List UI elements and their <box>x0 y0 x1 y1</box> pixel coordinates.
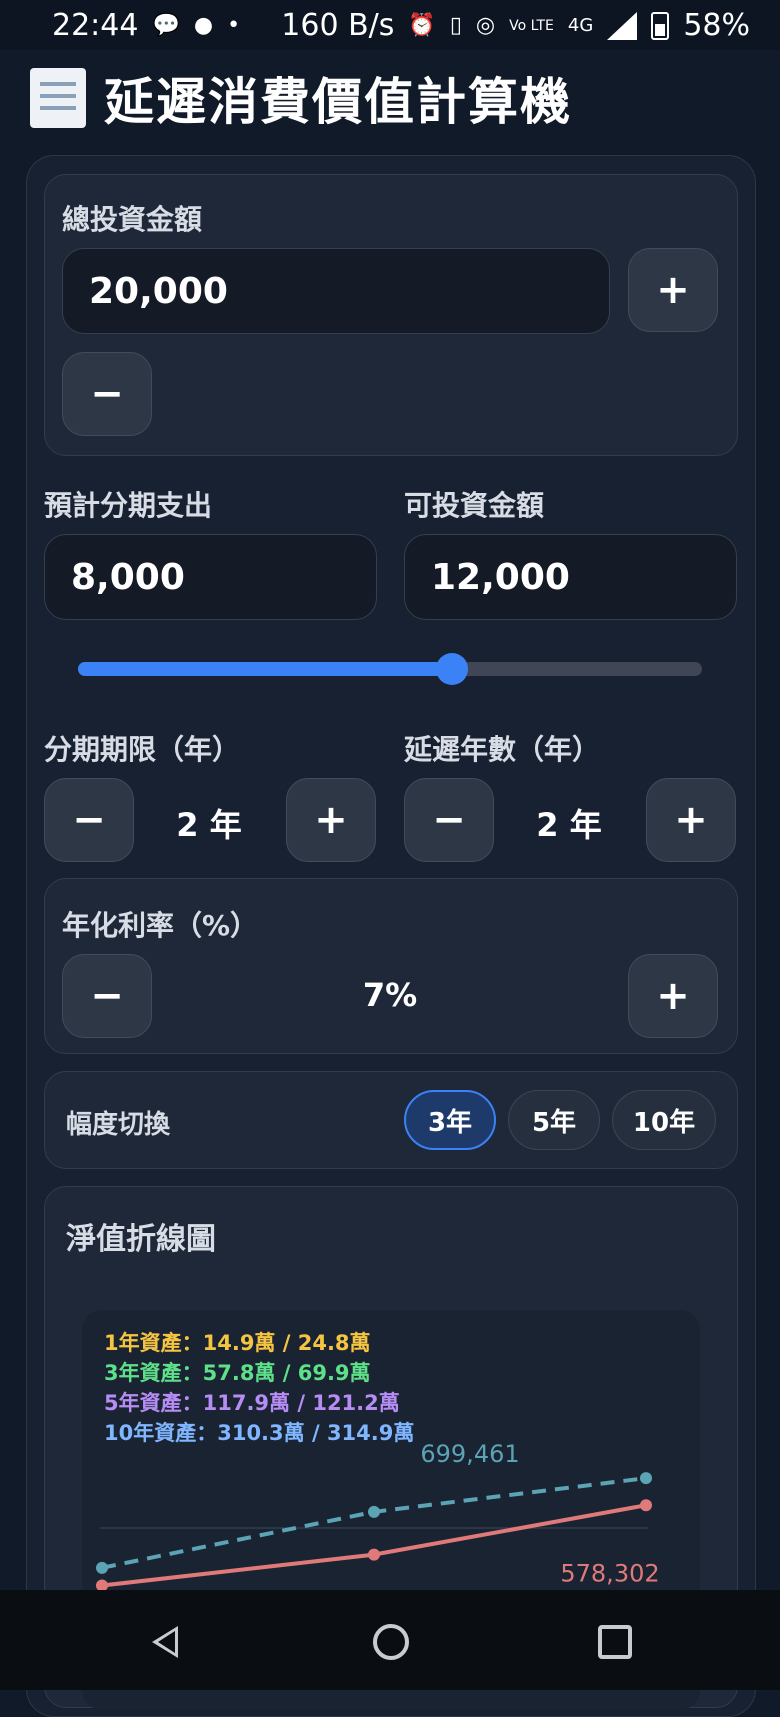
series-0-point-0 <box>96 1561 108 1574</box>
home-icon[interactable] <box>373 1624 409 1660</box>
navigation-bar <box>0 1590 780 1690</box>
back-icon[interactable] <box>152 1626 178 1658</box>
series-1-point-1 <box>368 1548 380 1561</box>
chart-annotation-1: 578,302 <box>560 1559 659 1587</box>
net-worth-line-chart: 699,461 578,302 <box>96 1440 660 1592</box>
series-0-point-2 <box>640 1472 652 1485</box>
chart-annotation-0: 699,461 <box>420 1440 519 1468</box>
series-0-point-1 <box>368 1505 380 1518</box>
series-1-point-2 <box>640 1499 652 1512</box>
recents-icon[interactable] <box>598 1625 632 1659</box>
